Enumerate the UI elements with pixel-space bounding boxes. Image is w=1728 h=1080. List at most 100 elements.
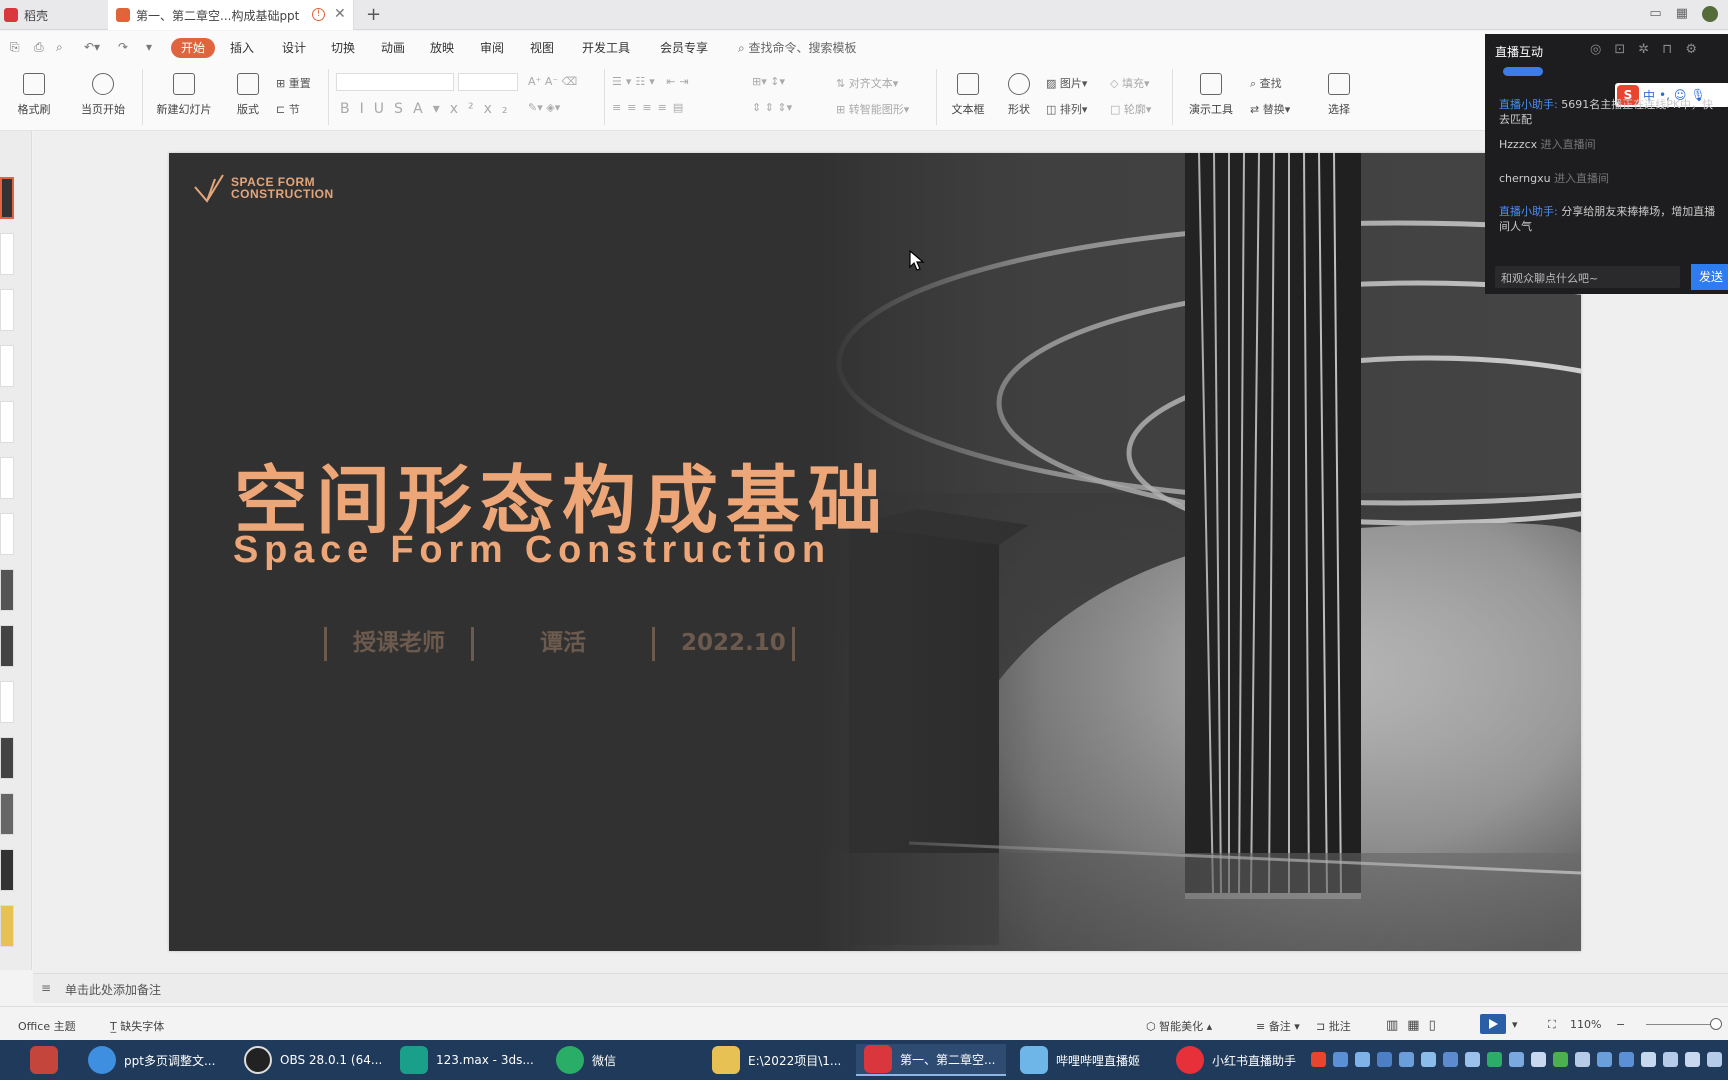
find-button[interactable]: ⌕ 查找 [1250, 75, 1282, 91]
zoom-level[interactable]: 110% [1570, 1018, 1601, 1031]
taskbar-item-3dsmax[interactable]: 123.max - 3ds... [400, 1044, 534, 1076]
taskbar-item-wps[interactable]: 第一、第二章空... [856, 1044, 1006, 1076]
missing-fonts-button[interactable]: T̲ 缺失字体 [110, 1018, 164, 1034]
menu-view[interactable]: 视图 [530, 39, 554, 56]
tray-app-icon[interactable] [1377, 1052, 1392, 1067]
menu-design[interactable]: 设计 [282, 39, 306, 56]
taskbar-item-xiaohongshu[interactable]: 小红书直播助手 [1176, 1044, 1296, 1076]
slide-subtitle[interactable]: Space Form Construction [233, 529, 831, 572]
audience-icon[interactable]: ◎ [1590, 42, 1601, 57]
pin-icon[interactable]: ✲ [1638, 42, 1649, 57]
taskbar-item-wechat[interactable]: 微信 [556, 1044, 616, 1076]
line-spacing-icon[interactable]: ⇕ ⇕ ⇕▾ [752, 101, 792, 114]
fit-window-icon[interactable]: ⛶ [1548, 1018, 1556, 1032]
section-button[interactable]: ⊏ 节 [276, 101, 300, 117]
tray-app-icon[interactable] [1443, 1052, 1458, 1067]
quick-access-dropdown-icon[interactable]: ▾ [146, 40, 152, 54]
slide-thumbnail-8[interactable] [0, 569, 14, 611]
taskbar-item-obs[interactable]: OBS 28.0.1 (64... [244, 1044, 382, 1076]
outline-button[interactable]: □ 轮廓▾ [1110, 101, 1151, 117]
list-buttons[interactable]: ☰▾☷▾ ⇤⇥ [612, 75, 693, 88]
view-mode-buttons[interactable]: ▥▦▯ [1386, 1018, 1445, 1033]
share-icon[interactable]: ⊡ [1614, 42, 1625, 57]
lock-icon[interactable]: ⊓ [1662, 42, 1672, 57]
align-text-button[interactable]: ⇅ 对齐文本▾ [836, 75, 898, 91]
fill-button[interactable]: ◇ 填充▾ [1110, 75, 1150, 91]
taskbar-item-explorer[interactable]: E:\2022项目\1... [712, 1044, 841, 1076]
tray-app-icon[interactable] [1553, 1052, 1568, 1067]
zoom-slider-handle[interactable] [1710, 1018, 1722, 1030]
textbox-button[interactable]: 文本框 [942, 73, 994, 117]
slide-thumbnail-10[interactable] [0, 681, 14, 723]
slide-meta[interactable]: 授课老师 谭活 2022.10 [324, 623, 821, 661]
font-grow-icon[interactable]: A⁺ A⁻ ⌫ [528, 75, 577, 88]
gear-icon[interactable]: ⚙ [1685, 42, 1697, 57]
slide-thumbnail-11[interactable] [0, 737, 14, 779]
undo-icon[interactable]: ↶▾ [84, 40, 100, 54]
notes-pane[interactable]: ≡ 单击此处添加备注 [33, 973, 1728, 1003]
apps-grid-icon[interactable]: ▦ [1676, 6, 1688, 22]
font-style-buttons[interactable]: BIUSA▾x²x₂ [340, 101, 518, 117]
menu-transition[interactable]: 切换 [331, 39, 355, 56]
taskbar-item-bilibili[interactable]: 哔哩哔哩直播姬 [1020, 1044, 1140, 1076]
smart-graphic-button[interactable]: ⊞ 转智能图形▾ [836, 101, 909, 117]
theme-name[interactable]: Office 主题 [18, 1018, 76, 1034]
current-slide[interactable]: SPACE FORM CONSTRUCTION 空间形态构成基础 Space F… [169, 153, 1581, 951]
slide-thumbnail-14[interactable] [0, 905, 14, 947]
volume-icon[interactable] [1663, 1052, 1678, 1067]
shield-icon[interactable] [1399, 1052, 1414, 1067]
sogou-ime-icon[interactable] [1311, 1052, 1326, 1067]
save-icon[interactable]: ⎘ [10, 40, 20, 55]
font-size-select[interactable] [458, 73, 518, 91]
slide-thumbnail-7[interactable] [0, 513, 14, 555]
select-button[interactable]: 选择 [1318, 73, 1360, 117]
slideshow-play-button[interactable] [1480, 1014, 1506, 1034]
layout-icon[interactable]: ▭ [1649, 6, 1661, 22]
redo-icon[interactable]: ↷ [118, 40, 128, 54]
menu-member[interactable]: 会员专享 [660, 39, 708, 56]
paragraph-align-buttons[interactable]: ≡≡≡≡▤ [612, 101, 689, 114]
menu-start[interactable]: 开始 [171, 38, 215, 58]
menu-slideshow[interactable]: 放映 [430, 39, 454, 56]
tray-app-icon[interactable] [1355, 1052, 1370, 1067]
menu-review[interactable]: 审阅 [480, 39, 504, 56]
tray-app-icon[interactable] [1333, 1052, 1348, 1067]
zoom-out-button[interactable]: − [1616, 1018, 1625, 1031]
notes-toggle-button[interactable]: ≡ 备注 ▾ [1256, 1018, 1300, 1034]
slide-thumbnail-2[interactable] [0, 233, 14, 275]
slide-thumbnail-3[interactable] [0, 289, 14, 331]
start-from-current-button[interactable]: 当页开始 [70, 73, 136, 117]
print-icon[interactable]: ⎙ [34, 40, 44, 55]
slideshow-dropdown-icon[interactable]: ▾ [1512, 1018, 1518, 1031]
slide-thumbnail-9[interactable] [0, 625, 14, 667]
zoom-slider[interactable] [1646, 1024, 1718, 1025]
font-color-icon[interactable]: ✎▾ ◈▾ [528, 101, 560, 114]
smart-beautify-button[interactable]: ⬡ 智能美化 ▴ [1146, 1018, 1212, 1034]
slide-thumbnail-5[interactable] [0, 401, 14, 443]
layout-button[interactable]: 版式 [228, 73, 268, 117]
display-icon[interactable] [1685, 1052, 1700, 1067]
slide-thumbnail-13[interactable] [0, 849, 14, 891]
replace-button[interactable]: ⇄ 替换▾ [1250, 101, 1290, 117]
slide-thumbnail-12[interactable] [0, 793, 14, 835]
shape-button[interactable]: 形状 [998, 73, 1040, 117]
notification-icon[interactable] [1707, 1052, 1722, 1067]
tray-app-icon[interactable] [1421, 1052, 1436, 1067]
picture-button[interactable]: ▨ 图片▾ [1046, 75, 1087, 91]
arrange-button[interactable]: ◫ 排列▾ [1046, 101, 1087, 117]
new-slide-button[interactable]: 新建幻灯片 [148, 73, 220, 117]
user-avatar[interactable] [1702, 6, 1718, 22]
tray-app-icon[interactable] [1597, 1052, 1612, 1067]
menu-insert[interactable]: 插入 [230, 39, 254, 56]
command-search[interactable]: ⌕ 查找命令、搜索模板 [738, 39, 857, 56]
tab-docer[interactable]: 稻壳 [0, 0, 108, 30]
reset-button[interactable]: ⊞ 重置 [276, 75, 311, 91]
format-painter-button[interactable]: 格式刷 [10, 73, 58, 117]
presenter-tools-button[interactable]: 演示工具 [1180, 73, 1242, 117]
microphone-icon[interactable] [1641, 1052, 1656, 1067]
comments-button[interactable]: ⊐ 批注 [1316, 1018, 1351, 1034]
tab-document[interactable]: 第一、第二章空...构成基础ppt ! ✕ [108, 0, 354, 30]
text-direction-icon[interactable]: ⊞▾ ↕▾ [752, 75, 785, 88]
send-button[interactable]: 发送 [1691, 264, 1728, 290]
wechat-tray-icon[interactable] [1487, 1052, 1502, 1067]
